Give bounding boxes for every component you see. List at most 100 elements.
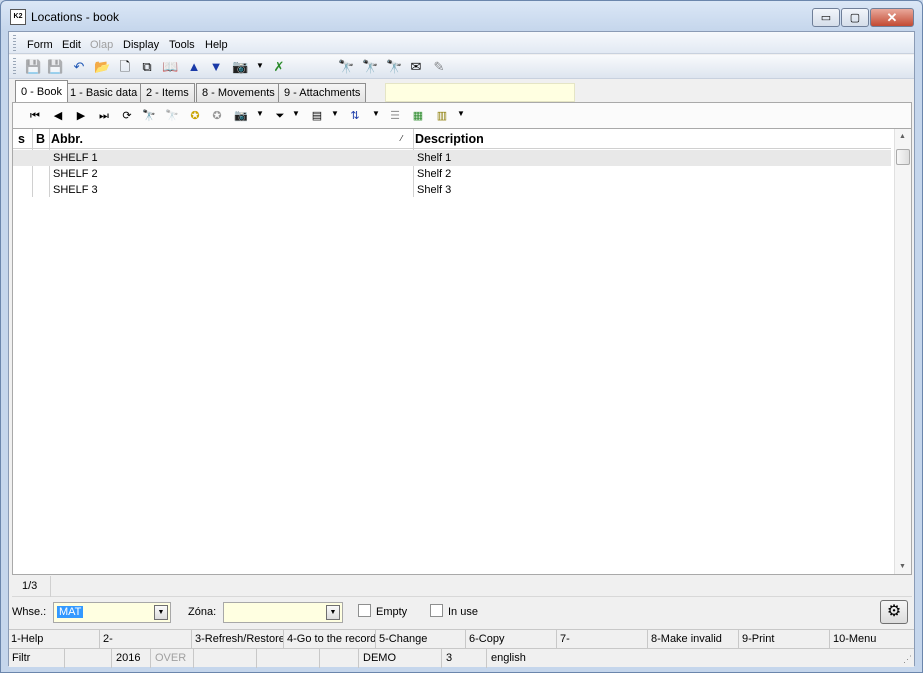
search-next-icon: 🔭 <box>165 110 179 122</box>
new-document-icon[interactable]: 🗋 <box>117 59 133 75</box>
camera-icon[interactable]: 📷 <box>232 59 248 75</box>
status-filter: Filtr <box>9 649 65 668</box>
app-icon[interactable]: K2 <box>10 9 26 25</box>
report-dropdown-icon[interactable]: ▼ <box>457 109 465 118</box>
in-use-label: In use <box>448 606 478 618</box>
binoculars-next-icon[interactable]: 🔭 <box>362 59 378 75</box>
client-area: Form Edit Olap Display Tools Help 💾 💾 ↶ … <box>8 31 915 668</box>
in-use-checkbox[interactable] <box>430 604 443 617</box>
maximize-button[interactable]: ▢ <box>841 8 869 27</box>
report-icon[interactable]: ▥ <box>434 108 450 124</box>
menu-tools[interactable]: Tools <box>169 39 195 51</box>
sort-az-icon[interactable]: ⇅ <box>347 108 363 124</box>
tab-book[interactable]: 0 - Book <box>15 80 68 102</box>
fkey-4[interactable]: 4-Go to the record <box>285 630 376 649</box>
tab-basic-data[interactable]: 1 - Basic data <box>64 83 144 102</box>
tab-info-field <box>385 83 575 102</box>
fkey-10[interactable]: 10-Menu <box>831 630 914 649</box>
table-row[interactable]: SHELF 1 Shelf 1 <box>13 150 891 166</box>
table-row[interactable]: SHELF 2 Shelf 2 <box>13 166 891 182</box>
star-add-icon[interactable]: ✪ <box>187 108 203 124</box>
filter-dropdown-icon[interactable]: ▼ <box>292 109 300 118</box>
last-record-icon[interactable]: ⏭ <box>96 108 112 124</box>
column-header-abbr[interactable]: Abbr. <box>51 132 83 146</box>
previous-record-icon[interactable]: ◀ <box>50 108 66 124</box>
navigation-toolbar: ⏮ ◀ ▶ ⏭ ⟳ 🔭 🔭 ✪ ✪ 📷 ▼ ⏷ ▼ ▤ ▼ ⇅ ▼ ☰ ▦ ▥ … <box>12 102 912 128</box>
maximize-icon: ▢ <box>849 12 861 24</box>
sort-indicator-icon: ⁄ <box>401 134 403 143</box>
warehouse-combobox[interactable]: MAT ▼ <box>53 602 171 623</box>
tab-strip: 0 - Book 1 - Basic data 2 - Items 8 - Mo… <box>9 80 914 102</box>
title-bar[interactable]: K2 Locations - book ▭ ▢ ✕ <box>1 1 922 31</box>
settings-button[interactable]: ⚙ <box>880 600 908 624</box>
filter-icon[interactable]: ⏷ <box>272 108 288 124</box>
save-as-icon[interactable]: 💾 <box>47 59 63 75</box>
binoculars-pin-icon[interactable]: 🔭 <box>386 59 402 75</box>
arrow-down-icon[interactable]: ▼ <box>208 59 224 75</box>
fkey-3[interactable]: 3-Refresh/Restore <box>193 630 284 649</box>
camera-dropdown-arrow-icon[interactable]: ▼ <box>256 61 264 70</box>
menu-edit[interactable]: Edit <box>62 39 81 51</box>
camera-nav-icon[interactable]: 📷 <box>233 108 249 124</box>
export-icon[interactable]: ✗ <box>271 59 287 75</box>
save-icon[interactable]: 💾 <box>25 59 41 75</box>
sort-dropdown-icon[interactable]: ▼ <box>372 109 380 118</box>
scroll-up-icon[interactable]: ▲ <box>899 133 906 140</box>
next-record-icon[interactable]: ▶ <box>73 108 89 124</box>
empty-checkbox[interactable] <box>358 604 371 617</box>
cell-description: Shelf 2 <box>417 168 452 180</box>
filter-panel: Whse.: MAT ▼ Zóna: ▼ Empty In use ⚙ <box>9 598 914 628</box>
fkey-1[interactable]: 1-Help <box>9 630 100 649</box>
refresh-icon[interactable]: ⟳ <box>119 108 135 124</box>
envelope-icon[interactable]: ✉ <box>408 59 424 75</box>
scrollbar-thumb[interactable] <box>896 149 910 165</box>
window-controls: ▭ ▢ ✕ <box>811 8 914 27</box>
scroll-down-icon[interactable]: ▼ <box>899 563 906 570</box>
binoculars-icon[interactable]: 🔭 <box>338 59 354 75</box>
menu-form[interactable]: Form <box>27 39 53 51</box>
columns-icon[interactable]: ▤ <box>309 108 325 124</box>
grid-header: s B Abbr. ⁄ Description <box>13 129 891 149</box>
columns-dropdown-icon[interactable]: ▼ <box>331 109 339 118</box>
menu-display[interactable]: Display <box>123 39 159 51</box>
fkey-9[interactable]: 9-Print <box>740 630 830 649</box>
zone-combobox[interactable]: ▼ <box>223 602 343 623</box>
toolbar-grip-icon[interactable] <box>13 58 16 74</box>
minimize-button[interactable]: ▭ <box>812 8 840 27</box>
menu-olap: Olap <box>90 39 114 51</box>
fkey-7[interactable]: 7- <box>558 630 648 649</box>
binoculars-search-icon[interactable]: 🔭 <box>141 108 157 124</box>
chevron-down-icon[interactable]: ▼ <box>326 605 340 620</box>
status-empty-1 <box>66 649 112 668</box>
close-button[interactable]: ✕ <box>870 8 914 27</box>
cell-description: Shelf 3 <box>417 184 452 196</box>
menu-help[interactable]: Help <box>205 39 228 51</box>
minimize-icon: ▭ <box>820 12 832 24</box>
divider <box>50 576 51 597</box>
arrow-up-icon[interactable]: ▲ <box>186 59 202 75</box>
column-header-description[interactable]: Description <box>415 132 484 146</box>
tab-movements[interactable]: 8 - Movements <box>196 83 281 102</box>
pen-paper-icon: ✎ <box>433 59 445 74</box>
resize-grip-icon[interactable]: ⋰ <box>903 654 912 665</box>
chevron-down-icon[interactable]: ▼ <box>154 605 168 620</box>
menubar-grip-icon[interactable] <box>13 35 16 51</box>
vertical-scrollbar[interactable]: ▲ ▼ <box>894 129 911 574</box>
undo-icon[interactable]: ↶ <box>71 59 87 75</box>
table-row[interactable]: SHELF 3 Shelf 3 <box>13 182 891 198</box>
fkey-2[interactable]: 2- <box>101 630 192 649</box>
fkey-6[interactable]: 6-Copy <box>467 630 557 649</box>
excel-export-icon[interactable]: ▦ <box>410 108 426 124</box>
copy-icon[interactable]: ⧉ <box>139 59 155 75</box>
camera-nav-dropdown-icon[interactable]: ▼ <box>256 109 264 118</box>
tab-attachments[interactable]: 9 - Attachments <box>278 83 367 102</box>
locations-grid: s B Abbr. ⁄ Description SHELF 1 Shelf 1 … <box>12 128 912 575</box>
fkey-8[interactable]: 8-Make invalid <box>649 630 739 649</box>
tab-items[interactable]: 2 - Items <box>140 83 195 102</box>
fkey-5[interactable]: 5-Change <box>377 630 466 649</box>
book-icon[interactable]: 📖 <box>162 59 178 75</box>
column-header-s[interactable]: s <box>18 132 25 146</box>
open-folder-icon[interactable]: 📂 <box>94 59 110 75</box>
column-header-b[interactable]: B <box>36 132 45 146</box>
first-record-icon[interactable]: ⏮ <box>27 108 43 124</box>
